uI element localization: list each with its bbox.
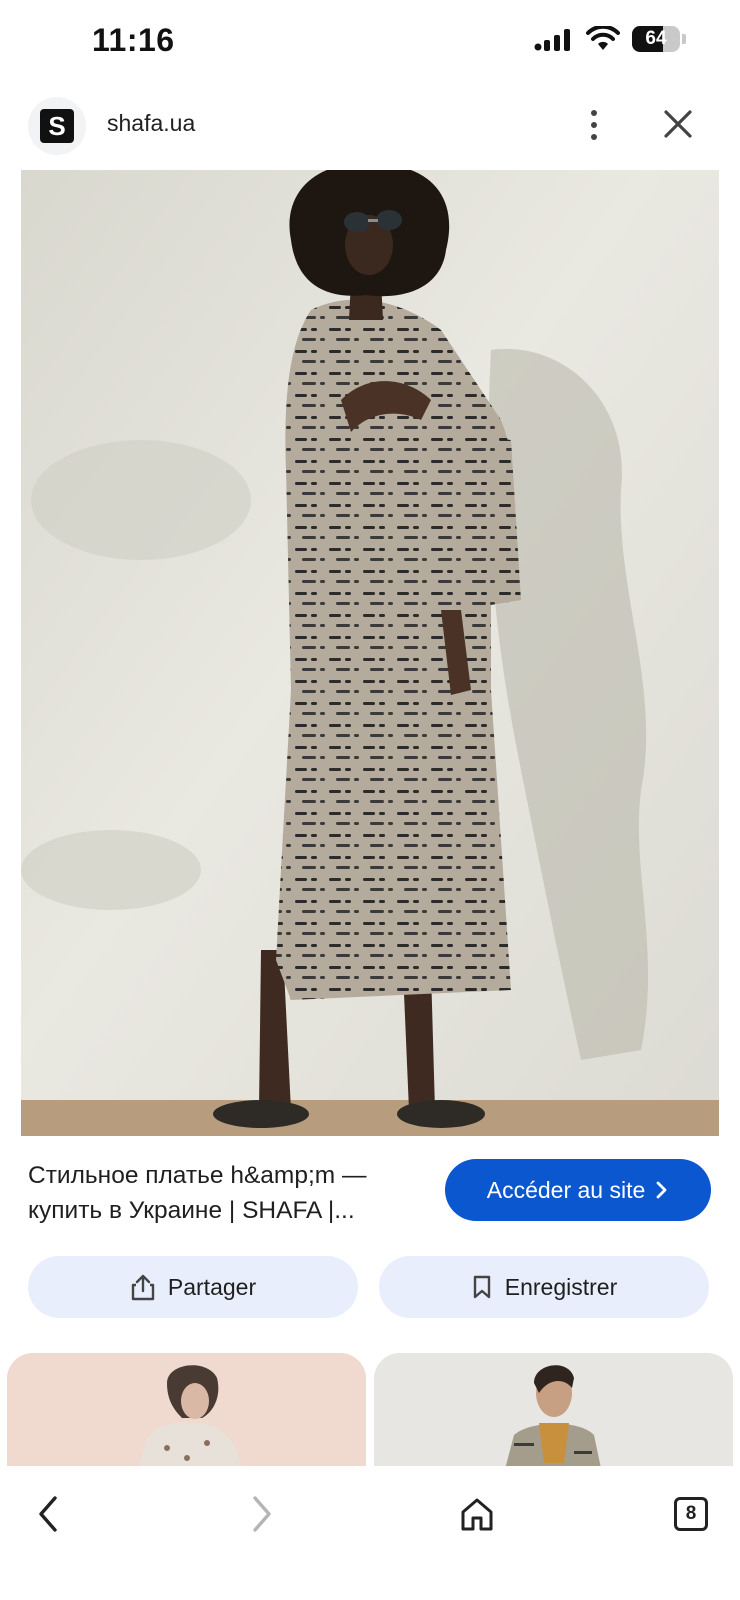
share-icon: [131, 1274, 155, 1301]
share-label: Partager: [167, 1273, 257, 1300]
wifi-icon: [586, 26, 620, 50]
battery-percent: 64: [645, 28, 667, 49]
site-name[interactable]: shafa.ua: [107, 110, 195, 137]
browser-header: S shafa.ua: [0, 88, 740, 170]
forward-icon: [253, 1496, 271, 1532]
status-bar: 11:16 64: [0, 0, 740, 88]
status-icons: 64: [534, 26, 686, 52]
chevron-right-icon: [656, 1181, 667, 1199]
signal-icon: [534, 29, 570, 51]
back-icon: [39, 1496, 57, 1532]
product-photo[interactable]: [21, 170, 719, 1136]
related-image-illustration: [374, 1353, 733, 1473]
related-image-illustration: [7, 1353, 366, 1473]
back-button[interactable]: [18, 1484, 78, 1544]
site-favicon[interactable]: S: [28, 97, 86, 155]
photo-illustration: [21, 170, 719, 1136]
related-image[interactable]: [7, 1353, 366, 1473]
site-logo: S: [40, 109, 74, 143]
result-title[interactable]: Стильное платье h&amp;m — купить в Украи…: [28, 1158, 428, 1228]
home-icon: [461, 1498, 493, 1531]
battery-tip: [682, 34, 686, 44]
home-button[interactable]: [447, 1484, 507, 1544]
tabs-icon: 8: [674, 1497, 708, 1531]
save-button[interactable]: Enregistrer: [379, 1256, 709, 1318]
related-image[interactable]: [374, 1353, 733, 1473]
share-button[interactable]: Partager: [28, 1256, 358, 1318]
status-time: 11:16: [92, 22, 175, 58]
visit-site-button[interactable]: Accéder au site: [445, 1159, 711, 1221]
close-icon[interactable]: [660, 104, 696, 144]
visit-site-label: Accéder au site: [486, 1176, 646, 1203]
forward-button[interactable]: [232, 1484, 292, 1544]
tab-count: 8: [685, 1503, 697, 1524]
more-vert-icon[interactable]: [574, 102, 614, 148]
bottom-navigation: 8: [0, 1466, 740, 1600]
save-label: Enregistrer: [504, 1273, 618, 1300]
tabs-button[interactable]: 8: [661, 1484, 721, 1544]
battery-icon: 64: [632, 26, 680, 52]
bookmark-icon: [473, 1275, 490, 1299]
